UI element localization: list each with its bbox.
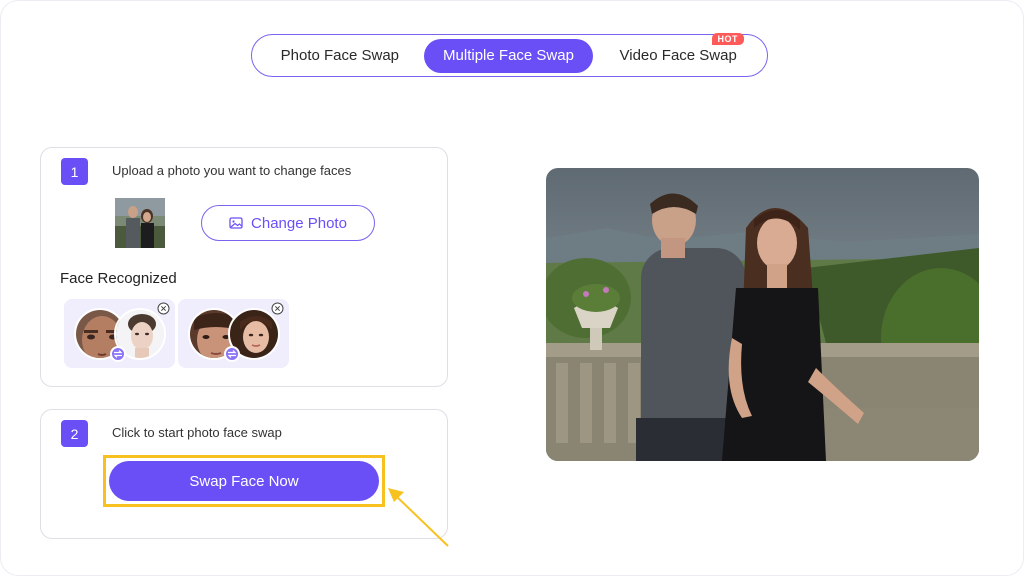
uploaded-photo-thumbnail [115, 198, 165, 248]
swap-face-now-label: Swap Face Now [189, 472, 299, 490]
tab-label: Video Face Swap [619, 47, 737, 64]
close-circle-icon[interactable] [271, 302, 284, 315]
step-instruction: Click to start photo face swap [112, 425, 282, 440]
change-photo-label: Change Photo [251, 214, 347, 232]
upload-step-card: 1 Upload a photo you want to change face… [40, 147, 448, 387]
face-pair[interactable] [178, 299, 289, 368]
tab-multiple-face-swap[interactable]: Multiple Face Swap [423, 38, 594, 73]
tab-photo-face-swap[interactable]: Photo Face Swap [256, 39, 424, 73]
tab-video-face-swap[interactable]: Video Face Swap HOT [593, 32, 763, 73]
swap-icon [224, 346, 240, 362]
swap-icon [110, 346, 126, 362]
swap-button-highlight: Swap Face Now [103, 455, 385, 507]
swap-face-now-button[interactable]: Swap Face Now [109, 461, 379, 501]
step-number: 2 [61, 420, 88, 447]
faces-recognized-label: Face Recognized [60, 270, 177, 287]
step-instruction: Upload a photo you want to change faces [112, 163, 352, 178]
pointer-arrow-icon [388, 488, 449, 547]
hot-badge: HOT [711, 32, 745, 45]
close-circle-icon[interactable] [157, 302, 170, 315]
tab-label: Photo Face Swap [280, 47, 400, 64]
mode-tabs: Photo Face Swap Multiple Face Swap Video… [251, 32, 768, 77]
step-number: 1 [61, 158, 88, 185]
image-icon [229, 217, 243, 229]
preview-photo [546, 168, 979, 461]
tab-label: Multiple Face Swap [443, 47, 574, 64]
face-pair[interactable] [64, 299, 175, 368]
change-photo-button[interactable]: Change Photo [201, 205, 375, 241]
